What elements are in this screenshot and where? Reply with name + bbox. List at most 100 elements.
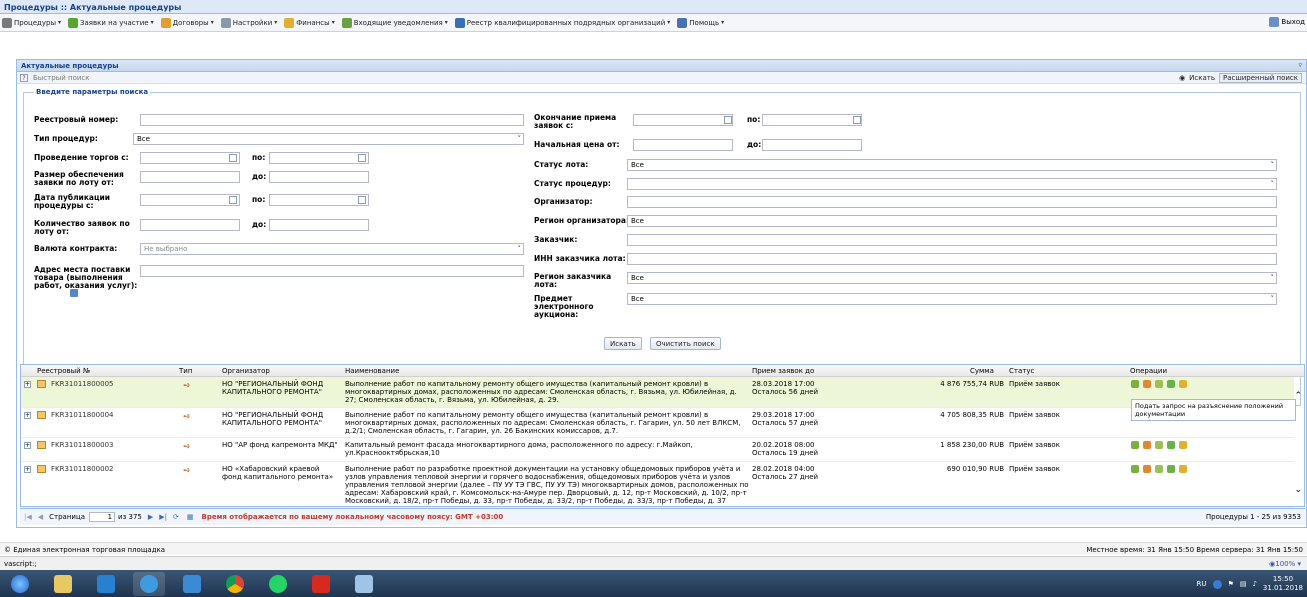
col-ops[interactable]: Операции [1130,367,1167,375]
scroll-up-icon[interactable]: ⌃ [1294,391,1302,401]
bid-icon[interactable] [1155,465,1163,473]
prev-page-icon[interactable]: ◀ [38,513,43,521]
calendar-icon[interactable] [724,116,732,124]
auction-to-input[interactable] [269,152,369,164]
document-icon[interactable] [1167,380,1175,388]
procedure-name[interactable]: Выполнение работ по капитальному ремонту… [345,380,750,404]
menu-item[interactable]: Договоры ▾ [160,17,214,28]
table-row[interactable]: + FKR31011800004 ➺ НО "РЕГИОНАЛЬНЫЙ ФОНД КА… [21,408,1294,438]
menu-item[interactable]: Входящие уведомления ▾ [341,17,448,28]
col-sum[interactable]: Сумма [970,367,994,375]
deposit-from-input[interactable] [140,171,240,183]
view-icon[interactable] [1131,465,1139,473]
expand-icon[interactable]: + [24,412,31,419]
zoom-level[interactable]: ◉100% ▾ [1269,560,1301,568]
start-button[interactable] [4,572,36,596]
last-page-icon[interactable]: ▶| [159,513,167,521]
price-from-input[interactable] [633,139,733,151]
reg-no-input[interactable] [140,114,524,126]
calendar-icon[interactable] [358,154,366,162]
proc-status-select[interactable] [627,178,1277,190]
view-icon[interactable] [1131,380,1139,388]
volume-icon[interactable]: ♪ [1252,580,1256,588]
menu-item[interactable]: Настройки ▾ [220,17,277,28]
inn-input[interactable] [627,253,1277,265]
request-icon[interactable] [1143,441,1151,449]
end-bids-to-input[interactable] [762,114,862,126]
request-icon[interactable] [1143,380,1151,388]
help-icon[interactable] [1212,579,1222,589]
procedure-name[interactable]: Выполнение работ по разработке проектной… [345,465,750,505]
deposit-to-input[interactable] [269,171,369,183]
organizer-input[interactable] [627,196,1277,208]
info-icon[interactable] [70,289,78,297]
save-icon[interactable]: ▦ [187,513,194,521]
next-page-icon[interactable]: ▶ [148,513,153,521]
table-row[interactable]: + FKR31011800005 ➺ НО "РЕГИОНАЛЬНЫЙ ФОНД КА… [21,377,1294,408]
collapse-icon[interactable]: ▿ [1298,61,1302,69]
col-name[interactable]: Наименование [345,367,399,375]
col-reg[interactable]: Реестровый № [37,367,90,375]
quick-search-button[interactable]: Искать [1189,74,1215,82]
taskbar-ie[interactable] [133,571,165,596]
network-icon[interactable]: ▤ [1240,580,1247,588]
exit-button[interactable]: Выход [1269,17,1305,27]
price-to-input[interactable] [762,139,862,151]
procedure-name[interactable]: Выполнение работ по капитальному ремонту… [345,411,750,435]
page-input[interactable]: 1 [89,512,116,522]
bid-icon[interactable] [1155,441,1163,449]
view-icon[interactable] [1131,441,1139,449]
calendar-icon[interactable] [853,116,861,124]
reg-no[interactable]: FKR31011800002 [51,465,113,473]
advanced-search-button[interactable]: Расширенный поиск [1218,73,1302,83]
refresh-icon[interactable]: ⟳ [173,513,179,521]
quick-search-input[interactable]: Быстрый поиск [33,74,90,82]
table-row[interactable]: + FKR31011800003 ➺ НО "АР фонд капремонта М… [21,438,1294,462]
chart-icon[interactable] [1179,465,1187,473]
taskbar-paint[interactable] [348,572,380,596]
org-region-input[interactable]: Все [627,215,1277,227]
clear-search-button[interactable]: Очистить поиск [650,337,721,350]
pub-date-from-input[interactable] [140,194,240,206]
taskbar-explorer[interactable] [47,572,79,596]
menu-item[interactable]: Заявки на участие ▾ [68,17,154,28]
menu-item[interactable]: Финансы ▾ [284,17,335,28]
help-icon[interactable]: ? [20,74,28,82]
col-org[interactable]: Организатор [222,367,270,375]
reg-no[interactable]: FKR31011800004 [51,411,113,419]
pub-date-to-input[interactable] [269,194,369,206]
bids-count-to-input[interactable] [269,219,369,231]
subject-select[interactable]: Все [627,293,1277,305]
search-button[interactable]: Искать [604,337,642,350]
expand-icon[interactable]: + [24,442,31,449]
menu-item[interactable]: Процедуры ▾ [2,17,61,28]
expand-icon[interactable]: + [24,381,31,388]
document-icon[interactable] [1167,441,1175,449]
clock[interactable]: 15:50 31.01.2018 [1263,575,1303,593]
language-indicator[interactable]: RU [1197,580,1207,588]
reg-no[interactable]: FKR31011800003 [51,441,113,449]
col-deadline[interactable]: Прием заявок до [752,367,814,375]
menu-item[interactable]: Реестр квалифицированных подрядных орган… [454,17,670,28]
taskbar-chrome[interactable] [219,572,251,596]
lot-status-select[interactable]: Все [627,159,1277,171]
taskbar-app[interactable] [176,572,208,596]
chart-icon[interactable] [1179,380,1187,388]
end-bids-from-input[interactable] [633,114,733,126]
procedure-name[interactable]: Капитальный ремонт фасада многоквартирно… [345,441,750,457]
first-page-icon[interactable]: |◀ [24,513,32,521]
document-icon[interactable] [1167,465,1175,473]
taskbar-whatsapp[interactable] [262,572,294,596]
expand-icon[interactable]: + [24,466,31,473]
proc-type-select[interactable]: Все [133,133,524,145]
bid-icon[interactable] [1155,380,1163,388]
table-row[interactable]: + FKR31011800002 ➺ НО «Хабаровский краевой … [21,462,1294,508]
col-status[interactable]: Статус [1009,367,1034,375]
chart-icon[interactable] [1179,441,1187,449]
taskbar-acrobat[interactable] [305,572,337,596]
flag-icon[interactable]: ⚑ [1228,580,1234,588]
scroll-down-icon[interactable]: ⌄ [1294,485,1302,495]
customer-input[interactable] [627,234,1277,246]
currency-select[interactable]: Не выбрано [140,243,524,255]
bids-count-from-input[interactable] [140,219,240,231]
